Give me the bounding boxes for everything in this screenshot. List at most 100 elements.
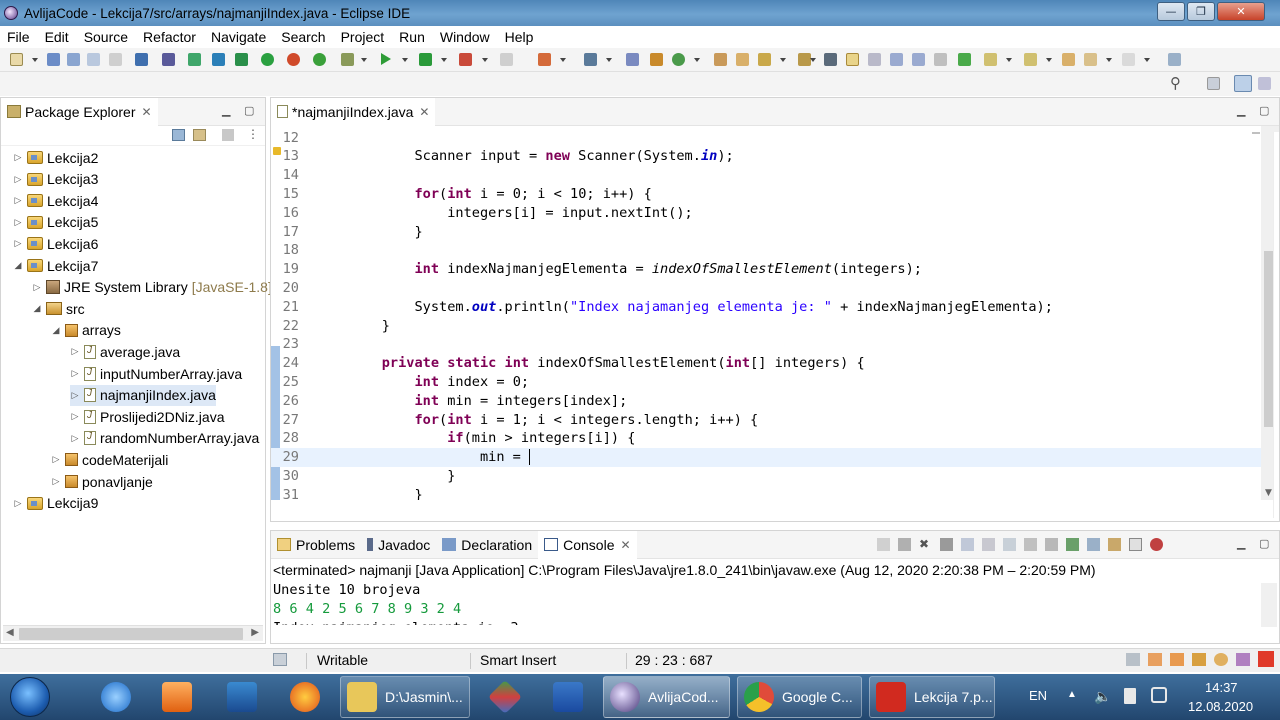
filter-icon[interactable]: [222, 129, 234, 141]
menu-help[interactable]: Help: [505, 29, 534, 45]
show-whitespace-icon[interactable]: [912, 53, 925, 66]
prev-annotation-icon[interactable]: [1024, 53, 1037, 66]
word-icon[interactable]: [545, 676, 591, 718]
taskbar-eclipse[interactable]: AvlijaCod...: [603, 676, 730, 718]
close-icon[interactable]: ✕: [142, 105, 152, 119]
close-icon[interactable]: ✕: [621, 538, 631, 552]
code-line[interactable]: 23: [271, 335, 1261, 354]
view-menu-icon[interactable]: ⋮: [247, 127, 259, 141]
tab-javadoc[interactable]: Javadoc: [361, 531, 436, 559]
open-console-icon[interactable]: [1108, 538, 1121, 551]
toggle-mark-icon[interactable]: [824, 53, 837, 66]
new-console-icon[interactable]: [1150, 538, 1163, 551]
prev-annotation-dropdown-icon[interactable]: [1046, 58, 1052, 62]
display-console-icon[interactable]: [1087, 538, 1100, 551]
expand-arrow-icon[interactable]: ▷: [51, 476, 61, 487]
back-dropdown-icon[interactable]: [1106, 58, 1112, 62]
search-dropdown-icon[interactable]: [810, 58, 816, 62]
tree-item[interactable]: ▷ Proslijedi2DNiz.java: [70, 406, 225, 427]
paragraph-icon[interactable]: [934, 53, 947, 66]
open-type-icon[interactable]: [162, 53, 175, 66]
window-title-bar[interactable]: AvlijaCode - Lekcija7/src/arrays/najmanj…: [0, 0, 1280, 26]
coverage-run-icon[interactable]: [419, 53, 432, 66]
run-last-icon[interactable]: [261, 53, 274, 66]
expand-arrow-icon[interactable]: ▷: [70, 411, 80, 422]
forward-icon[interactable]: [1122, 53, 1135, 66]
tab-declaration[interactable]: Declaration: [436, 531, 538, 559]
tree-item[interactable]: ▷ codeMaterijali: [51, 449, 169, 470]
code-line[interactable]: 20: [271, 278, 1261, 297]
remove-all-icon[interactable]: [940, 538, 953, 551]
clock-date[interactable]: 12.08.2020: [1188, 699, 1253, 714]
print-icon[interactable]: [87, 53, 100, 66]
progress-icon[interactable]: [1126, 653, 1140, 666]
git-icon[interactable]: [482, 676, 528, 718]
pin-icon[interactable]: [1066, 538, 1079, 551]
menu-edit[interactable]: Edit: [45, 29, 69, 45]
new-interface-icon[interactable]: [672, 53, 685, 66]
show-stderr-icon[interactable]: [1045, 538, 1058, 551]
build-icon[interactable]: [212, 53, 225, 66]
refresh-icon[interactable]: [287, 53, 300, 66]
save-disabled-icon[interactable]: [109, 53, 122, 66]
maximize-view-icon[interactable]: ▢: [244, 104, 254, 117]
new-interface-dropdown-icon[interactable]: [694, 58, 700, 62]
code-line[interactable]: 12: [271, 128, 1261, 147]
toggle-block-icon[interactable]: [868, 53, 881, 66]
plugin-icon[interactable]: [1236, 653, 1250, 666]
expand-arrow-icon[interactable]: ▷: [13, 152, 23, 163]
package-explorer-tab[interactable]: Package Explorer ✕: [1, 97, 158, 126]
code-line[interactable]: 15 for(int i = 0; i < 10; i++) {: [271, 184, 1261, 203]
code-line[interactable]: 28 if (min > integers[i]) {: [271, 429, 1261, 448]
tree-item[interactable]: ▷ JRE System Library [JavaSE-1.8]: [32, 277, 272, 298]
remove-launch-icon[interactable]: ✖: [919, 538, 932, 551]
maximize-editor-icon[interactable]: ▢: [1259, 104, 1269, 117]
stop-disabled-icon[interactable]: [500, 53, 513, 66]
taskbar-explorer[interactable]: D:\Jasmin\...: [340, 676, 470, 718]
tree-item[interactable]: ◢ arrays: [51, 320, 121, 341]
taskbar-pdf[interactable]: Lekcija 7.p...: [869, 676, 995, 718]
scroll-down-icon[interactable]: ▼: [1265, 488, 1272, 498]
expand-arrow-icon[interactable]: ▷: [13, 195, 23, 206]
maximize-button[interactable]: ❐: [1187, 2, 1215, 21]
tab-console[interactable]: Console ✕: [538, 530, 637, 559]
volume-icon[interactable]: 🔈: [1094, 688, 1111, 705]
minimize-console-icon[interactable]: ▁: [1237, 537, 1245, 550]
save-icon[interactable]: [47, 53, 60, 66]
annotation-dropdown-icon[interactable]: [780, 58, 786, 62]
action-center-icon[interactable]: [1151, 687, 1167, 703]
tree-item[interactable]: ▷ randomNumberArray.java: [70, 428, 260, 449]
external-dropdown-icon[interactable]: [482, 58, 488, 62]
tree-item[interactable]: ◢ Lekcija7: [13, 255, 99, 276]
deploy-icon[interactable]: [538, 53, 551, 66]
console-menu-icon[interactable]: [1129, 538, 1142, 551]
pdf-icon[interactable]: [1258, 651, 1274, 667]
new-class-icon[interactable]: [650, 53, 663, 66]
scroll-lock-icon[interactable]: [982, 538, 995, 551]
sync-icon[interactable]: [1192, 653, 1206, 666]
minimize-editor-icon[interactable]: ▁: [1237, 104, 1245, 117]
code-line[interactable]: 14: [271, 166, 1261, 185]
scroll-right-icon[interactable]: ▶: [251, 627, 259, 638]
collapse-arrow-icon[interactable]: ◢: [51, 325, 61, 336]
terminate-icon[interactable]: [898, 538, 911, 551]
menu-search[interactable]: Search: [281, 29, 325, 45]
show-hidden-icons-icon[interactable]: ▲: [1067, 689, 1077, 700]
forward-dropdown-icon[interactable]: [1144, 58, 1150, 62]
editor-tab-najmanjiindex[interactable]: *najmanjiIndex.java ✕: [271, 97, 436, 126]
rss-icon[interactable]: [1170, 653, 1184, 666]
open-task-icon[interactable]: [714, 53, 727, 66]
debug-dropdown-icon[interactable]: [361, 58, 367, 62]
show-stdout-icon[interactable]: [1024, 538, 1037, 551]
new-package-icon[interactable]: [626, 53, 639, 66]
code-line[interactable]: 17 }: [271, 222, 1261, 241]
expand-arrow-icon[interactable]: ▷: [70, 433, 80, 444]
last-edit-icon[interactable]: [1062, 53, 1075, 66]
tree-item[interactable]: ▷ Lekcija9: [13, 493, 99, 514]
firefox-icon[interactable]: [285, 676, 325, 718]
pin-editor-icon[interactable]: [1168, 53, 1181, 66]
language-indicator[interactable]: EN: [1029, 688, 1047, 703]
code-line[interactable]: 19 int indexNajmanjegElementa = indexOfS…: [271, 260, 1261, 279]
code-line[interactable]: 27 for(int i = 1; i < integers.length; i…: [271, 410, 1261, 429]
code-line[interactable]: 22 }: [271, 316, 1261, 335]
